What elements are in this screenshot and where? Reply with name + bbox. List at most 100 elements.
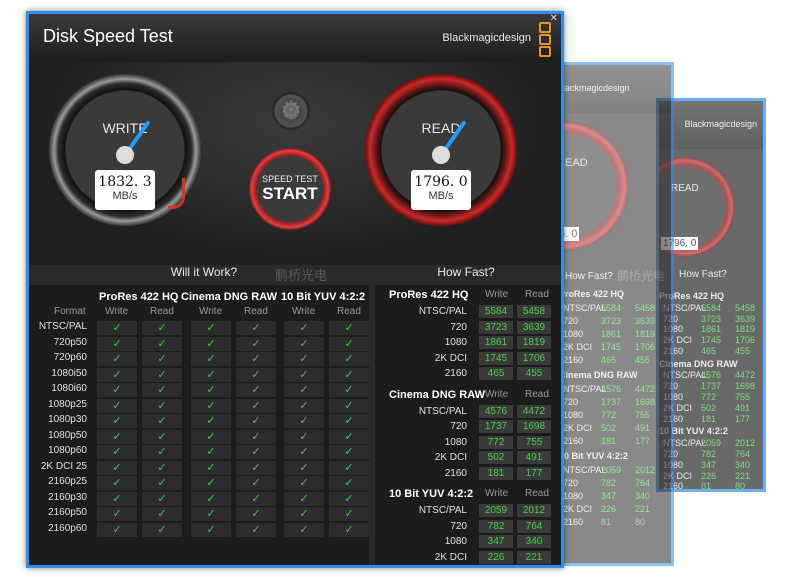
check-icon: ✓ — [299, 322, 309, 334]
check-icon: ✓ — [206, 322, 216, 334]
check-icon: ✓ — [206, 353, 216, 365]
ghost-read-value: 340 — [735, 459, 751, 470]
ghost-read-value: 455 — [635, 354, 651, 365]
ghost-read-value: 3639 — [735, 313, 756, 324]
ghost-group-header: ProRes 422 HQ — [559, 289, 625, 299]
check-icon: ✓ — [157, 368, 167, 381]
speed-row-label: 2K DCI — [434, 352, 467, 364]
ghost-write-value: 1737 — [701, 381, 722, 392]
check-icon: ✓ — [157, 446, 167, 458]
speed-row-label: NTSC/PAL — [418, 306, 467, 317]
column-subheader: Read — [525, 289, 549, 300]
write-speed-cell: 3723 — [479, 320, 513, 334]
check-icon: ✓ — [206, 399, 216, 412]
format-row-label: 2160p25 — [48, 476, 87, 487]
ghost-read-value: 221 — [735, 470, 751, 481]
gear-icon[interactable]: ⚙ — [272, 92, 310, 130]
speed-row-label: 2K DCI — [434, 551, 467, 563]
read-gauge-label: READ — [421, 120, 461, 136]
ghost-row-label: 2160 — [563, 516, 584, 527]
ghost-row-label: 2160 — [563, 354, 584, 365]
ghost-write-value: 1861 — [601, 328, 622, 339]
ghost-read-value: 177 — [635, 435, 651, 446]
check-icon: ✓ — [112, 430, 122, 443]
check-icon: ✓ — [112, 477, 122, 489]
check-icon: ✓ — [344, 446, 354, 458]
check-icon: ✓ — [344, 523, 354, 536]
check-icon: ✓ — [157, 430, 167, 443]
speed-row-label: 2160 — [444, 368, 467, 379]
write-speed-cell: 1861 — [479, 336, 513, 349]
check-icon: ✓ — [299, 508, 309, 520]
ghost-write-value: 81 — [701, 481, 712, 492]
read-speed-cell: 80 — [517, 566, 551, 568]
start-button[interactable]: SPEED TEST START — [249, 148, 331, 230]
check-icon: ✓ — [157, 337, 167, 350]
ghost-read-value: 177 — [735, 413, 751, 424]
speed-row-label: 2160 — [409, 567, 467, 568]
ghost-row-label: 2160 — [563, 435, 584, 446]
write-speed-unit: MB/s — [112, 190, 138, 202]
check-icon: ✓ — [112, 337, 122, 350]
check-icon: ✓ — [112, 523, 122, 536]
read-speed-cell: 755 — [517, 435, 551, 449]
speed-group-header: ProRes 422 HQ — [389, 289, 469, 301]
format-column-header: Format — [54, 306, 86, 317]
check-icon: ✓ — [344, 322, 354, 334]
check-icon: ✓ — [344, 492, 354, 505]
ghost-write-value: 782 — [601, 477, 617, 488]
speed-row-label: 720 — [450, 421, 467, 432]
ghost1-watermark: 鹏桥光电 — [617, 269, 666, 283]
column-subheader: Read — [525, 388, 549, 400]
ghost-read-value: 3639 — [635, 316, 656, 326]
check-icon: ✓ — [344, 461, 354, 474]
ghost-write-value: 1745 — [701, 335, 722, 346]
ghost2-brand: Blackmagicdesign — [684, 119, 757, 129]
ghost-write-value: 2059 — [601, 464, 622, 475]
check-icon: ✓ — [344, 430, 354, 443]
check-icon: ✓ — [251, 492, 261, 505]
read-speed-cell: 1698 — [517, 420, 551, 433]
read-speed-cell: 5458 — [517, 305, 551, 318]
write-speed-cell: 5584 — [479, 305, 513, 318]
speed-row-label: 1080 — [444, 536, 467, 547]
ghost-read-value: 455 — [735, 345, 751, 356]
ghost-read-value: 491 — [635, 422, 651, 433]
ghost-write-value: 1861 — [701, 324, 722, 335]
ghost1-section-title: How Fast? — [565, 271, 613, 282]
start-button-caption: SPEED TEST — [262, 174, 318, 184]
write-speed-cell: 772 — [479, 435, 513, 449]
column-subheader: Write — [485, 388, 509, 400]
ghost-write-value: 772 — [701, 392, 717, 402]
check-icon: ✓ — [251, 384, 261, 396]
write-speed-cell: 782 — [479, 519, 513, 533]
ghost-row-label: 720 — [563, 316, 579, 326]
ghost1-titlebar: lackmagicdesign — [559, 65, 671, 113]
close-icon[interactable]: ✕ — [550, 14, 558, 24]
ghost-row-label: NTSC/PAL — [563, 383, 607, 394]
column-subheader: Read — [244, 306, 268, 317]
check-icon: ✓ — [157, 508, 167, 520]
format-row-label: 1080p25 — [48, 398, 87, 410]
ghost-write-value: 3723 — [701, 313, 722, 324]
window-title: Disk Speed Test — [43, 26, 173, 46]
ghost-read-value: 340 — [635, 490, 651, 501]
will-it-work-heading: Will it Work? — [170, 265, 238, 279]
check-icon: ✓ — [157, 415, 167, 427]
ghost-read-value: 1698 — [735, 381, 756, 392]
check-icon: ✓ — [112, 368, 122, 381]
ghost-read-value: 5458 — [735, 302, 756, 313]
write-speed-cell: 1745 — [479, 351, 513, 365]
check-icon: ✓ — [251, 399, 261, 412]
format-row-label: 2160p60 — [48, 522, 87, 534]
ghost-write-value: 465 — [701, 345, 717, 356]
check-icon: ✓ — [206, 446, 216, 458]
ghost-group-header: 10 Bit YUV 4:2:2 — [559, 450, 628, 461]
read-gauge-hub — [432, 146, 450, 164]
column-subheader: Write — [485, 488, 509, 499]
format-row-label: 2160p30 — [48, 491, 87, 503]
check-icon: ✓ — [112, 384, 122, 396]
ghost-read-value: 1706 — [635, 341, 656, 352]
check-icon: ✓ — [157, 353, 167, 365]
write-gauge: WRITE 1832. 3 MB/s — [49, 74, 201, 226]
